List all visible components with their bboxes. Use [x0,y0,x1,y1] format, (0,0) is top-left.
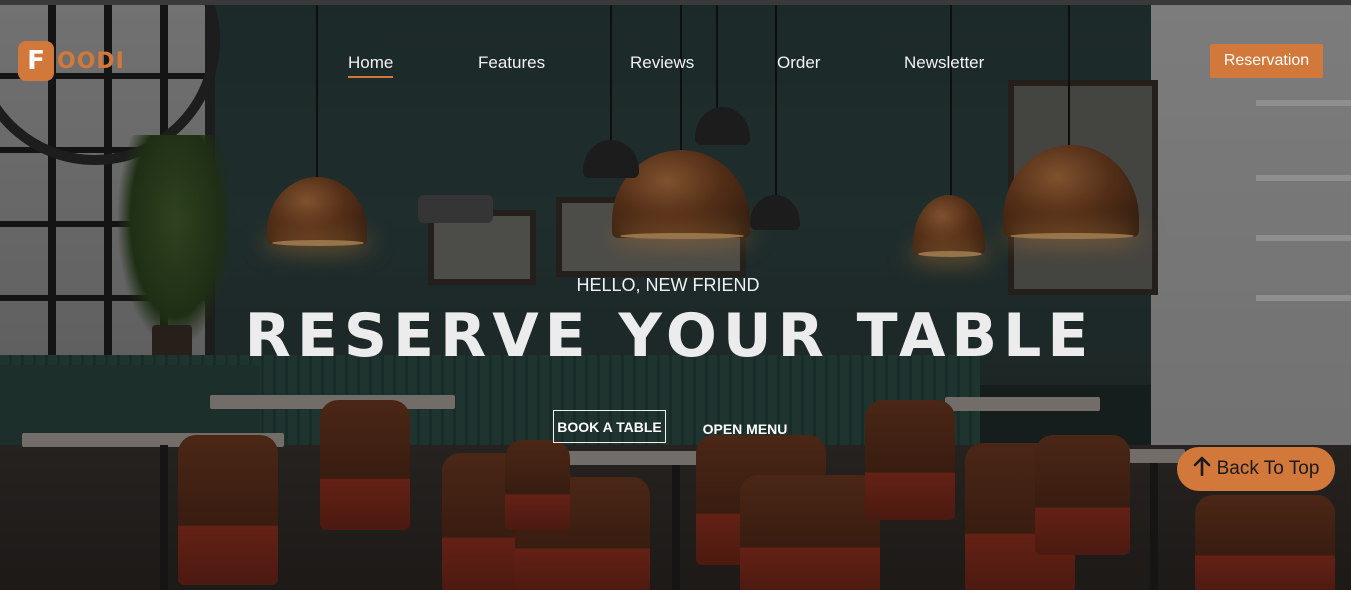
back-to-top-button[interactable]: Back To Top [1177,447,1335,491]
open-menu-button[interactable]: OPEN MENU [690,417,800,441]
nav-item-features[interactable]: Features [478,53,545,73]
hero-title: RESERVE YOUR TABLE [244,301,1095,371]
hero-eyebrow: HELLO, NEW FRIEND [576,275,760,295]
nav-item-home[interactable]: Home [348,53,394,78]
nav-item-order[interactable]: Order [777,53,820,73]
reservation-button[interactable]: Reservation [1210,44,1323,78]
arrow-up-icon [1193,456,1211,482]
hero-overlay [0,5,1351,590]
main-nav: Home Features Reviews Order Newsletter [0,53,1351,83]
book-table-button[interactable]: BOOK A TABLE [553,410,666,443]
nav-item-reviews[interactable]: Reviews [630,53,694,73]
page: F OODI Home Features Reviews Order Newsl… [0,0,1351,590]
back-to-top-label: Back To Top [1216,458,1320,479]
nav-item-newsletter[interactable]: Newsletter [904,53,984,73]
